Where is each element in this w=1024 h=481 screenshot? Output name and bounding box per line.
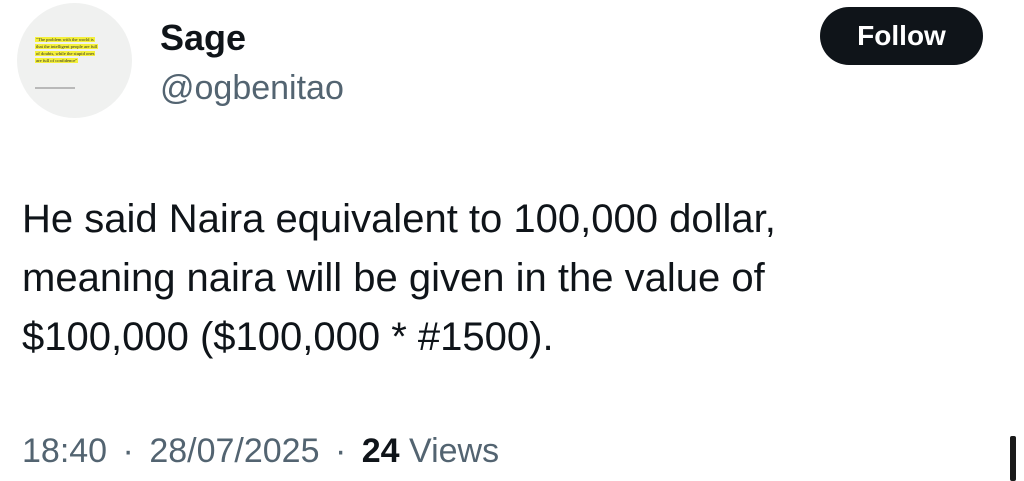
author-display-name[interactable]: Sage [160, 17, 246, 59]
tweet-text-line: $100,000 ($100,000 * #1500). [22, 315, 554, 359]
tweet-time[interactable]: 18:40 [22, 432, 107, 470]
avatar-quote-line: "The problem with the world is [35, 37, 95, 42]
author-handle[interactable]: @ogbenitao [160, 68, 344, 108]
avatar-quote-line: that the intelligent people are full [35, 44, 99, 49]
avatar[interactable]: "The problem with the world is that the … [17, 3, 132, 118]
meta-separator: · [122, 432, 134, 470]
views-label[interactable]: Views [409, 432, 499, 470]
tweet-text: He said Naira equivalent to 100,000 doll… [22, 190, 982, 367]
avatar-quote-line: of doubts, while the stupid ones [35, 51, 96, 56]
tweet-card: "The problem with the world is that the … [0, 0, 1024, 481]
scrollbar-handle[interactable] [1010, 436, 1016, 481]
avatar-quote-image: "The problem with the world is that the … [35, 36, 119, 64]
follow-button[interactable]: Follow [820, 7, 983, 65]
tweet-meta: 18:40 · 28/07/2025 · 24 Views [22, 430, 499, 472]
avatar-quote-line: are full of confidence" [35, 58, 79, 63]
meta-separator: · [334, 432, 347, 470]
views-count[interactable]: 24 [362, 432, 400, 470]
avatar-attribution-line [35, 87, 75, 89]
tweet-text-line: meaning naira will be given in the value… [22, 256, 765, 300]
tweet-date[interactable]: 28/07/2025 [149, 432, 319, 470]
tweet-text-line: He said Naira equivalent to 100,000 doll… [22, 197, 776, 241]
